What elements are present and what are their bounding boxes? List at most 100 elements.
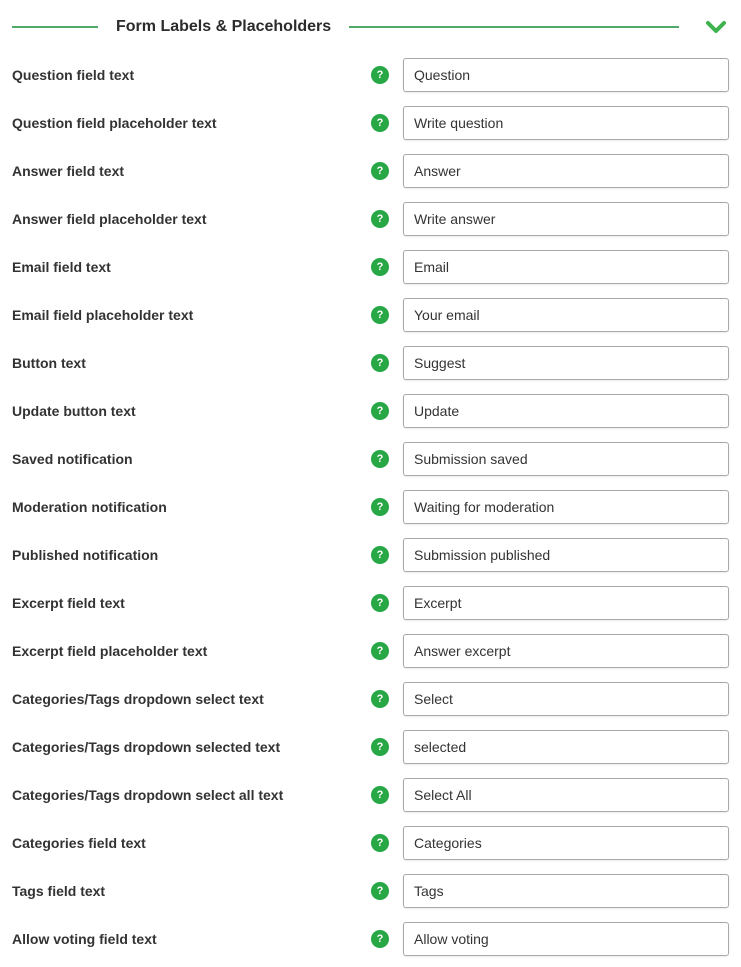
field-input-wrap (403, 58, 729, 92)
field-label: Categories field text (12, 834, 357, 852)
field-input[interactable] (403, 634, 729, 668)
field-label: Answer field placeholder text (12, 210, 357, 228)
section-header: Form Labels & Placeholders (12, 14, 729, 40)
field-input-wrap (403, 922, 729, 956)
help-icon[interactable]: ? (371, 690, 389, 708)
help-icon[interactable]: ? (371, 114, 389, 132)
field-row: Categories/Tags dropdown select all text… (12, 778, 729, 812)
field-input-wrap (403, 682, 729, 716)
divider-right (349, 26, 679, 28)
field-input[interactable] (403, 442, 729, 476)
field-input[interactable] (403, 298, 729, 332)
help-icon[interactable]: ? (371, 786, 389, 804)
field-input[interactable] (403, 874, 729, 908)
field-label: Email field placeholder text (12, 306, 357, 324)
field-row: Categories/Tags dropdown select text ? (12, 682, 729, 716)
field-label: Question field placeholder text (12, 114, 357, 132)
field-row: Answer field placeholder text ? (12, 202, 729, 236)
field-row: Email field text ? (12, 250, 729, 284)
field-input[interactable] (403, 346, 729, 380)
field-label: Allow voting field text (12, 930, 357, 948)
field-input-wrap (403, 634, 729, 668)
field-row: Update button text ? (12, 394, 729, 428)
field-input-wrap (403, 730, 729, 764)
field-input[interactable] (403, 538, 729, 572)
field-input[interactable] (403, 250, 729, 284)
field-input[interactable] (403, 154, 729, 188)
help-icon[interactable]: ? (371, 642, 389, 660)
field-label: Question field text (12, 66, 357, 84)
field-input-wrap (403, 826, 729, 860)
field-input[interactable] (403, 58, 729, 92)
field-input[interactable] (403, 730, 729, 764)
chevron-down-icon (704, 15, 728, 39)
field-input-wrap (403, 154, 729, 188)
field-input-wrap (403, 106, 729, 140)
field-row: Categories/Tags dropdown selected text ? (12, 730, 729, 764)
field-input-wrap (403, 442, 729, 476)
field-input-wrap (403, 298, 729, 332)
field-input-wrap (403, 538, 729, 572)
field-label: Published notification (12, 546, 357, 564)
field-row: Tags field text ? (12, 874, 729, 908)
field-label: Categories/Tags dropdown selected text (12, 738, 357, 756)
help-icon[interactable]: ? (371, 210, 389, 228)
help-icon[interactable]: ? (371, 162, 389, 180)
field-row: Question field placeholder text ? (12, 106, 729, 140)
field-input[interactable] (403, 682, 729, 716)
field-row: Allow voting field text ? (12, 922, 729, 956)
help-icon[interactable]: ? (371, 402, 389, 420)
help-icon[interactable]: ? (371, 498, 389, 516)
field-label: Update button text (12, 402, 357, 420)
help-icon[interactable]: ? (371, 450, 389, 468)
help-icon[interactable]: ? (371, 306, 389, 324)
field-input-wrap (403, 586, 729, 620)
help-icon[interactable]: ? (371, 354, 389, 372)
field-input[interactable] (403, 826, 729, 860)
field-input[interactable] (403, 778, 729, 812)
field-input[interactable] (403, 394, 729, 428)
field-row: Excerpt field text ? (12, 586, 729, 620)
collapse-toggle[interactable] (703, 14, 729, 40)
field-input[interactable] (403, 922, 729, 956)
field-input-wrap (403, 202, 729, 236)
help-icon[interactable]: ? (371, 258, 389, 276)
field-label: Answer field text (12, 162, 357, 180)
help-icon[interactable]: ? (371, 66, 389, 84)
field-label: Categories/Tags dropdown select text (12, 690, 357, 708)
field-label: Excerpt field placeholder text (12, 642, 357, 660)
field-row: Answer field text ? (12, 154, 729, 188)
field-row: Categories field text ? (12, 826, 729, 860)
field-label: Categories/Tags dropdown select all text (12, 786, 357, 804)
field-row: Published notification ? (12, 538, 729, 572)
help-icon[interactable]: ? (371, 594, 389, 612)
help-icon[interactable]: ? (371, 738, 389, 756)
field-input[interactable] (403, 586, 729, 620)
field-row: Moderation notification ? (12, 490, 729, 524)
field-input-wrap (403, 490, 729, 524)
field-input-wrap (403, 874, 729, 908)
help-icon[interactable]: ? (371, 834, 389, 852)
field-label: Excerpt field text (12, 594, 357, 612)
field-row: Excerpt field placeholder text ? (12, 634, 729, 668)
field-input[interactable] (403, 490, 729, 524)
field-label: Tags field text (12, 882, 357, 900)
divider-left (12, 26, 98, 28)
help-icon[interactable]: ? (371, 930, 389, 948)
field-row: Question field text ? (12, 58, 729, 92)
field-input[interactable] (403, 202, 729, 236)
field-row: Saved notification ? (12, 442, 729, 476)
field-input[interactable] (403, 106, 729, 140)
field-input-wrap (403, 346, 729, 380)
field-label: Moderation notification (12, 498, 357, 516)
field-label: Saved notification (12, 450, 357, 468)
help-icon[interactable]: ? (371, 882, 389, 900)
section-title: Form Labels & Placeholders (116, 18, 331, 36)
field-label: Button text (12, 354, 357, 372)
fields-list: Question field text ? Question field pla… (12, 58, 729, 956)
field-row: Button text ? (12, 346, 729, 380)
help-icon[interactable]: ? (371, 546, 389, 564)
field-input-wrap (403, 394, 729, 428)
field-label: Email field text (12, 258, 357, 276)
field-input-wrap (403, 250, 729, 284)
